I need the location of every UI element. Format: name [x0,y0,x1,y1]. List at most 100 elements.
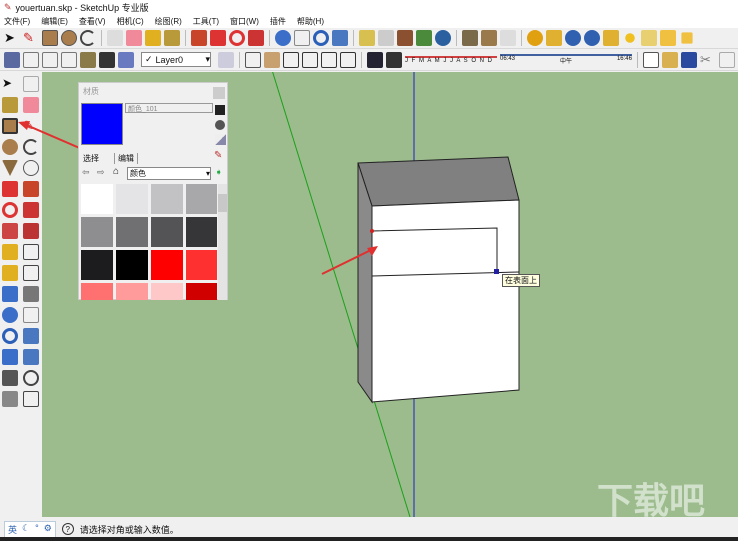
open-file-icon[interactable] [662,52,678,68]
default-material-icon[interactable] [215,134,226,145]
pan-icon[interactable] [294,30,310,46]
select-icon[interactable]: ➤ [4,30,20,46]
color-swatch[interactable] [116,283,148,300]
share-component-icon[interactable] [481,30,497,46]
eyedropper-icon[interactable]: ✎ [214,150,222,161]
m-icon[interactable] [527,30,543,46]
help-icon[interactable]: ? [62,523,74,535]
follow-me-icon[interactable] [23,202,39,218]
section-plane-icon[interactable] [23,391,39,407]
axes-icon[interactable] [2,286,18,302]
circle-icon[interactable] [61,30,77,46]
shaded-icon[interactable] [80,52,96,68]
paint-bucket-icon[interactable] [164,30,180,46]
previous-view-icon[interactable] [2,349,18,365]
tag-icon[interactable] [546,30,562,46]
orbit-icon[interactable] [275,30,291,46]
time-slider[interactable]: 06:43 中午 16:46 [500,54,632,65]
tab-select[interactable]: 选择 [83,153,99,164]
menu-draw[interactable]: 绘图(R) [155,16,182,27]
right-view-icon[interactable] [302,52,318,68]
xray-icon[interactable] [23,52,39,68]
menu-camera[interactable]: 相机(C) [117,16,144,27]
color-swatch[interactable] [151,283,183,300]
protractor-icon[interactable] [2,265,18,281]
zoom-window-icon[interactable] [23,328,39,344]
scrollbar[interactable] [218,184,227,300]
zoom-icon[interactable] [313,30,329,46]
walk-icon[interactable] [2,391,18,407]
menu-file[interactable]: 文件(F) [4,16,30,27]
warehouse-icon[interactable] [500,30,516,46]
color-swatch[interactable] [186,283,217,300]
zoom-extents-icon[interactable] [332,30,348,46]
month-slider[interactable]: J F M A M J J A S O N D [405,56,497,64]
menu-window[interactable]: 窗口(W) [230,16,259,27]
copy-icon[interactable] [719,52,735,68]
flag-icon[interactable] [660,30,676,46]
color-swatch[interactable] [116,217,148,247]
plane-icon[interactable] [641,30,657,46]
layer-select[interactable]: ✓ Layer0▾ [141,52,211,67]
dimension-icon[interactable] [23,244,39,260]
get-models-icon[interactable] [416,30,432,46]
color-swatch[interactable] [81,250,113,280]
push-pull-icon[interactable] [191,30,207,46]
move-icon[interactable] [210,30,226,46]
home-icon[interactable]: ⌂ [113,166,119,177]
eraser-icon[interactable] [126,30,142,46]
color-swatch[interactable] [151,250,183,280]
forward-icon[interactable]: ⇨ [97,167,105,178]
library-select[interactable]: 颜色 ▾ [127,167,211,180]
tape-measure-icon[interactable] [2,244,18,260]
toggle-terrain-icon[interactable] [378,30,394,46]
back-view-icon[interactable] [321,52,337,68]
menu-plugins[interactable]: 插件 [270,16,286,27]
share-model-icon[interactable] [435,30,451,46]
menu-view[interactable]: 查看(V) [79,16,106,27]
photo-textures-icon[interactable] [397,30,413,46]
color-swatch[interactable] [151,184,183,214]
pan-icon[interactable] [23,307,39,323]
hidden-line-icon[interactable] [61,52,77,68]
arc-icon[interactable] [80,30,96,46]
scale-icon[interactable] [2,223,18,239]
color-swatch[interactable] [116,184,148,214]
3d-text-icon[interactable] [23,286,39,302]
back-icon[interactable]: ⇦ [82,167,90,178]
help-icon[interactable] [584,30,600,46]
monochrome-icon[interactable] [118,52,134,68]
text-icon[interactable] [23,265,39,281]
follow-me-icon[interactable] [248,30,264,46]
move-icon[interactable] [2,181,18,197]
bottle-icon[interactable] [215,105,225,115]
new-file-icon[interactable] [643,52,659,68]
front-view-icon[interactable] [264,52,280,68]
zoom-extents-icon[interactable] [23,349,39,365]
color-swatch[interactable] [151,217,183,247]
make-component-icon[interactable] [107,30,123,46]
look-around-icon[interactable] [23,370,39,386]
left-view-icon[interactable] [340,52,356,68]
offset-icon[interactable] [23,223,39,239]
r-icon[interactable] [565,30,581,46]
rectangle-icon[interactable] [42,30,58,46]
menu-help[interactable]: 帮助(H) [297,16,324,27]
color-swatch[interactable] [81,283,113,300]
label-icon[interactable] [603,30,619,46]
sphere-icon[interactable] [625,33,635,43]
ime-indicator[interactable]: 英 ☾ ° ⚙ [4,521,56,538]
add-location-icon[interactable] [359,30,375,46]
material-name-field[interactable]: 颜色_101 [125,103,213,113]
color-swatch[interactable] [186,184,217,214]
cut-icon[interactable]: ✂ [700,52,716,68]
color-swatch[interactable] [81,217,113,247]
top-view-icon[interactable] [283,52,299,68]
create-material-icon[interactable] [215,120,225,130]
zoom-icon[interactable] [2,328,18,344]
rotate-icon[interactable] [2,202,18,218]
tab-edit[interactable]: 编辑 [114,153,138,164]
color-swatch[interactable] [116,250,148,280]
tape-measure-icon[interactable] [145,30,161,46]
color-swatch[interactable] [186,217,217,247]
